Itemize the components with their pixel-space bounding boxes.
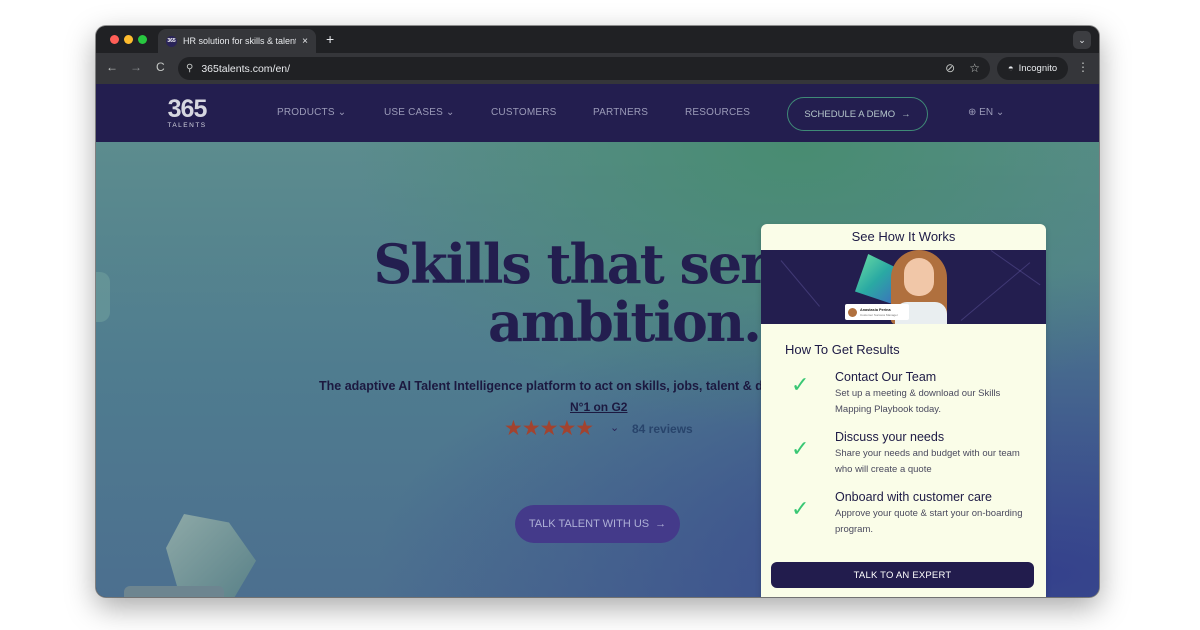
- decorative-crystal: [96, 272, 110, 322]
- step-title: Contact Our Team: [835, 370, 937, 384]
- schedule-demo-button[interactable]: SCHEDULE A DEMO →: [787, 97, 928, 131]
- g2-link[interactable]: N°1 on G2: [570, 400, 627, 414]
- checkmark-icon: ✓: [791, 496, 810, 521]
- site-logo[interactable]: 365 TALENTS: [160, 96, 214, 129]
- video-thumbnail[interactable]: Anastasia Perina Customer Success Manage…: [761, 250, 1046, 324]
- browser-tab[interactable]: 365 HR solution for skills & talent ×: [158, 29, 316, 53]
- step-description: Approve your quote & start your on-board…: [835, 508, 1023, 535]
- decorative-line: [990, 250, 1041, 286]
- tab-search-icon[interactable]: ⌄: [1073, 31, 1091, 49]
- browser-toolbar: ← → C ⚲ 365talents.com/en/ ⊘ ☆ ◓ Incogni…: [96, 53, 1099, 84]
- browser-window: 365 HR solution for skills & talent × + …: [96, 26, 1099, 597]
- chevron-down-icon: ⌄: [446, 107, 455, 118]
- back-icon[interactable]: ←: [106, 60, 118, 74]
- globe-icon: ⊕: [968, 107, 977, 118]
- checkmark-icon: ✓: [791, 372, 810, 397]
- hero-section: Skills that serve y ambition. The adapti…: [96, 142, 1099, 597]
- incognito-label: Incognito: [1018, 63, 1058, 74]
- nav-item-customers[interactable]: CUSTOMERS: [491, 107, 557, 118]
- logo-text: TALENTS: [167, 122, 207, 129]
- presenter-role: Customer Success Manager: [860, 312, 898, 317]
- hero-subline: The adaptive AI Talent Intelligence plat…: [319, 379, 796, 393]
- web-page: 365 TALENTS PRODUCTS ⌄ USE CASES ⌄ CUSTO…: [96, 84, 1099, 597]
- nav-item-label: USE CASES: [384, 107, 444, 118]
- eye-off-icon[interactable]: ⊘: [945, 61, 955, 75]
- incognito-icon: ◓: [1007, 63, 1014, 74]
- cookie-tab[interactable]: [124, 586, 224, 597]
- forward-icon[interactable]: →: [130, 60, 142, 74]
- minimize-window-button[interactable]: [124, 35, 133, 44]
- bookmark-star-icon[interactable]: ☆: [969, 61, 980, 75]
- how-it-works-popup: See How It Works Anastasia Perina Custom…: [761, 224, 1046, 597]
- reviews-count[interactable]: 84 reviews: [632, 422, 693, 436]
- chevron-down-icon: ⌄: [995, 107, 1005, 118]
- nav-item-resources[interactable]: RESOURCES: [685, 107, 750, 118]
- step-description: Set up a meeting & download our Skills M…: [835, 388, 1001, 415]
- tab-title: HR solution for skills & talent: [183, 36, 297, 46]
- close-window-button[interactable]: [110, 35, 119, 44]
- site-info-icon[interactable]: ⚲: [186, 63, 193, 74]
- site-navigation: 365 TALENTS PRODUCTS ⌄ USE CASES ⌄ CUSTO…: [96, 84, 1099, 142]
- site-favicon-icon: 365: [166, 35, 177, 47]
- talk-to-expert-button[interactable]: TALK TO AN EXPERT: [771, 562, 1034, 588]
- url-text[interactable]: 365talents.com/en/: [201, 63, 290, 75]
- language-label: EN: [979, 107, 994, 118]
- browser-menu-icon[interactable]: ⋮: [1077, 60, 1089, 74]
- language-selector[interactable]: ⊕ EN ⌄: [968, 107, 1004, 118]
- talk-button-label: TALK TALENT WITH US: [528, 518, 650, 530]
- talk-talent-button[interactable]: TALK TALENT WITH US →: [515, 505, 680, 543]
- decorative-line: [780, 260, 820, 307]
- arrow-right-icon: →: [901, 108, 911, 120]
- new-tab-icon[interactable]: +: [326, 31, 334, 47]
- logo-number: 365: [167, 95, 208, 123]
- checkmark-icon: ✓: [791, 436, 810, 461]
- results-title: How To Get Results: [785, 342, 900, 357]
- g2-logo-icon: ⌄: [610, 422, 620, 434]
- popup-title: See How It Works: [851, 229, 956, 244]
- presenter-name-card: Anastasia Perina Customer Success Manage…: [845, 304, 909, 320]
- step-title: Discuss your needs: [835, 430, 945, 444]
- arrow-right-icon: →: [655, 518, 667, 530]
- nav-item-use-cases[interactable]: USE CASES ⌄: [384, 107, 455, 118]
- demo-button-label: SCHEDULE A DEMO: [804, 108, 896, 120]
- maximize-window-button[interactable]: [138, 35, 147, 44]
- nav-item-label: PRODUCTS: [277, 107, 335, 118]
- avatar: [848, 307, 857, 317]
- address-bar[interactable]: ⚲ 365talents.com/en/ ⊘ ☆: [178, 57, 990, 80]
- incognito-badge[interactable]: ◓ Incognito: [997, 57, 1068, 80]
- rating-stars: ★★★★★: [504, 417, 594, 440]
- step-title: Onboard with customer care: [835, 490, 993, 504]
- presenter-face: [904, 258, 934, 296]
- decorative-crystal: [166, 514, 256, 597]
- reload-icon[interactable]: C: [156, 60, 165, 74]
- nav-item-products[interactable]: PRODUCTS ⌄: [277, 107, 346, 118]
- chevron-down-icon: ⌄: [337, 107, 347, 118]
- step-description: Share your needs and budget with our tea…: [835, 448, 1020, 475]
- nav-item-partners[interactable]: PARTNERS: [593, 107, 648, 118]
- tab-close-icon[interactable]: ×: [302, 36, 308, 47]
- tab-strip: 365 HR solution for skills & talent × + …: [96, 26, 1099, 53]
